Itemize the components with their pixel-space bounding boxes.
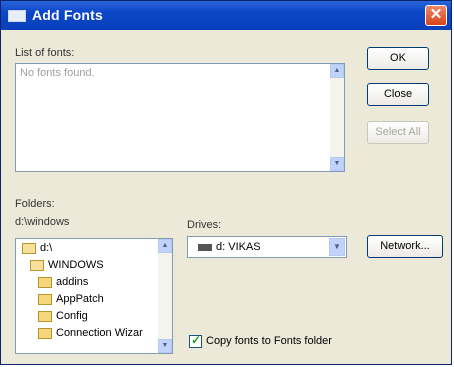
folders-scrollbar[interactable]: ▲ ▼: [158, 239, 172, 353]
window-icon: [8, 10, 26, 22]
folder-icon: [38, 328, 52, 339]
fonts-list[interactable]: No fonts found. ▲ ▼: [15, 63, 345, 172]
scroll-down-arrow-icon[interactable]: ▼: [158, 339, 172, 353]
title-bar[interactable]: Add Fonts ✕: [1, 1, 451, 30]
fonts-list-empty-text: No fonts found.: [20, 67, 95, 79]
chevron-down-icon[interactable]: ▼: [329, 238, 345, 256]
folder-icon: [38, 294, 52, 305]
folder-icon: [38, 311, 52, 322]
scroll-up-arrow-icon[interactable]: ▲: [158, 239, 172, 253]
drives-select[interactable]: d: VIKAS ▼: [187, 236, 347, 258]
drives-label: Drives:: [187, 219, 222, 231]
fonts-list-label: List of fonts:: [15, 47, 75, 59]
open-folder-icon: [30, 260, 44, 271]
drives-selected-value: d: VIKAS: [216, 241, 261, 253]
scroll-down-arrow-icon[interactable]: ▼: [330, 157, 344, 171]
close-window-button[interactable]: ✕: [425, 5, 447, 26]
select-all-button[interactable]: Select All: [367, 121, 429, 144]
folders-tree[interactable]: d:\ WINDOWS addins AppPatch Config Conne…: [15, 238, 173, 354]
folder-icon: [38, 277, 52, 288]
folders-label: Folders:: [15, 198, 55, 210]
add-fonts-dialog: Add Fonts ✕ List of fonts: No fonts foun…: [0, 0, 452, 365]
copy-fonts-checkbox[interactable]: ✓: [189, 333, 202, 348]
checkmark-icon: ✓: [191, 333, 202, 347]
network-button[interactable]: Network...: [367, 235, 443, 258]
drive-icon: [198, 244, 212, 251]
ok-button[interactable]: OK: [367, 47, 429, 70]
dialog-title: Add Fonts: [32, 7, 104, 23]
scroll-up-arrow-icon[interactable]: ▲: [330, 64, 344, 78]
close-icon: ✕: [429, 6, 443, 23]
close-button[interactable]: Close: [367, 83, 429, 106]
fonts-list-scrollbar[interactable]: ▲ ▼: [330, 64, 344, 171]
current-folder-path: d:\windows: [15, 216, 70, 228]
copy-fonts-label[interactable]: Copy fonts to Fonts folder: [206, 335, 332, 347]
open-folder-icon: [22, 243, 36, 254]
